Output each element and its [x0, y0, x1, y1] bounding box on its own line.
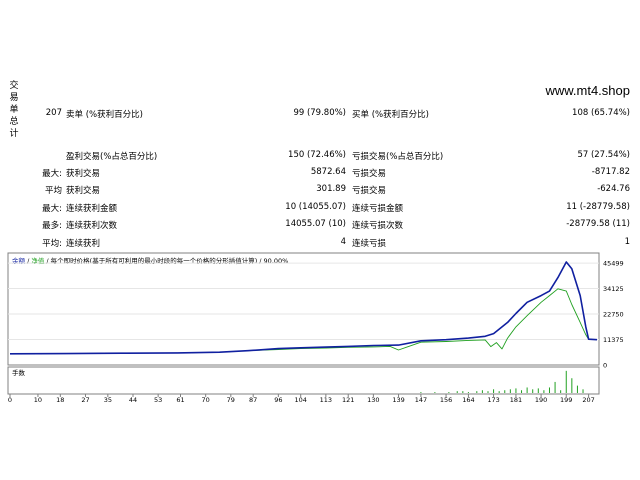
- legend-description: 每个即时价格(基于所有可利用的最小时段的每一个价格的分形插值计算) / 90.0…: [51, 256, 289, 265]
- legend-balance: 余额: [12, 256, 26, 265]
- legend-text: 余额 / 净值 / 每个即时价格(基于所有可利用的最小时段的每一个价格的分形插值…: [12, 256, 288, 265]
- x-tick-label: 181: [510, 396, 522, 404]
- x-tick-label: 96: [274, 396, 282, 404]
- x-tick-label: 70: [202, 396, 210, 404]
- x-tick-label: 44: [129, 396, 137, 404]
- x-tick-label: 0: [8, 396, 12, 404]
- x-tick-label: 139: [392, 396, 404, 404]
- x-tick-label: 147: [415, 396, 427, 404]
- x-tick-label: 190: [535, 396, 547, 404]
- legend-equity: 净值: [31, 256, 45, 265]
- x-tick-label: 79: [227, 396, 235, 404]
- x-tick-label: 207: [582, 396, 594, 404]
- y-tick-label: 0: [603, 362, 607, 370]
- x-tick-label: 173: [487, 396, 499, 404]
- x-tick-label: 61: [176, 396, 184, 404]
- volume-label: 手数: [12, 368, 26, 377]
- x-tick-label: 164: [462, 396, 474, 404]
- y-tick-label: 22750: [603, 311, 624, 319]
- x-tick-label: 156: [440, 396, 452, 404]
- x-tick-label: 10: [34, 396, 42, 404]
- x-tick-label: 18: [56, 396, 64, 404]
- x-tick-label: 199: [560, 396, 572, 404]
- balance-equity-chart: 余额 / 净值 / 每个即时价格(基于所有可利用的最小时段的每一个价格的分形插值…: [7, 252, 624, 404]
- x-tick-label: 113: [320, 396, 332, 404]
- x-tick-label: 35: [104, 396, 112, 404]
- x-tick-label: 87: [249, 396, 257, 404]
- y-tick-label: 45499: [603, 260, 624, 268]
- x-tick-label: 130: [367, 396, 379, 404]
- x-tick-label: 104: [294, 396, 306, 404]
- x-tick-label: 121: [342, 396, 354, 404]
- y-tick-label: 34125: [603, 285, 624, 293]
- x-tick-label: 53: [154, 396, 162, 404]
- y-tick-label: 11375: [603, 336, 624, 344]
- x-tick-label: 27: [81, 396, 89, 404]
